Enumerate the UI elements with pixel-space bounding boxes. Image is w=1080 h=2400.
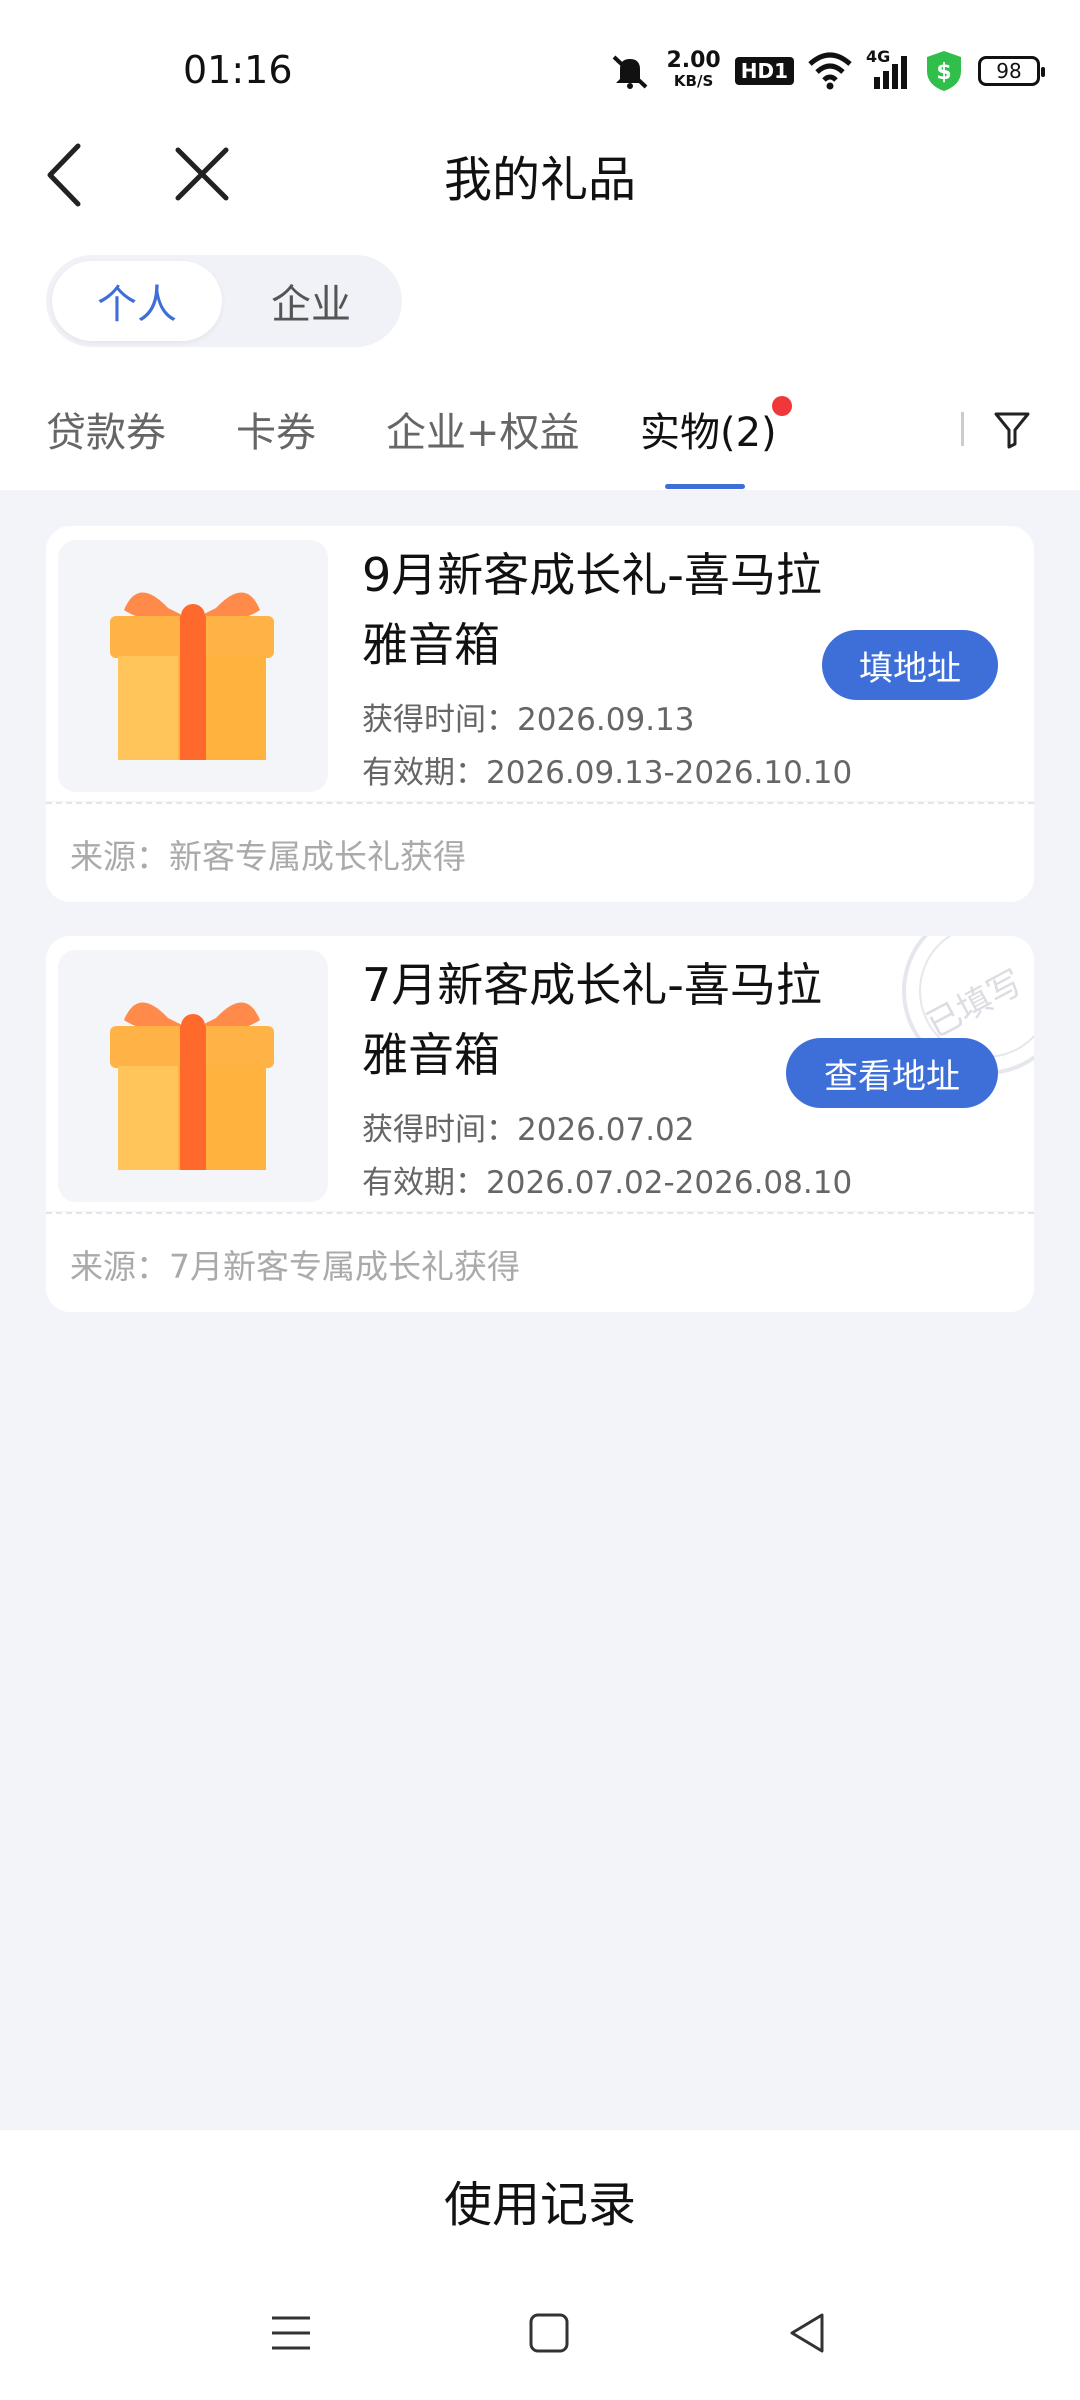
- close-icon[interactable]: [172, 144, 232, 204]
- filter-icon[interactable]: [992, 410, 1032, 450]
- tab-enterprise-benefits[interactable]: 企业+权益: [386, 400, 580, 458]
- tab-divider: [961, 412, 964, 446]
- gift-tabs: 贷款券 卡券 企业+权益 实物(2): [0, 390, 1080, 490]
- tab-physical[interactable]: 实物(2): [640, 400, 777, 458]
- fill-address-button[interactable]: 填地址: [822, 630, 998, 700]
- wifi-icon: [808, 52, 852, 90]
- battery-icon: 98: [978, 56, 1045, 86]
- hd-icon: HD1: [734, 57, 794, 85]
- tab-badge-dot: [772, 396, 792, 416]
- menu-icon[interactable]: [266, 2308, 316, 2358]
- home-icon[interactable]: [524, 2308, 574, 2358]
- gift-obtained-time: 获得时间：2026.09.13: [362, 702, 695, 738]
- gift-validity: 有效期：2026.07.02-2026.08.10: [362, 1165, 853, 1201]
- gift-thumbnail: [58, 950, 328, 1202]
- gift-thumbnail: [58, 540, 328, 792]
- gift-source: 来源：新客专属成长礼获得: [70, 837, 466, 876]
- page-title: 我的礼品: [443, 152, 636, 208]
- tab-active-underline: [665, 484, 745, 489]
- gift-box-icon: [110, 1002, 274, 1170]
- view-address-button[interactable]: 查看地址: [786, 1038, 998, 1108]
- gift-source: 来源：7月新客专属成长礼获得: [70, 1247, 520, 1286]
- svg-text:$: $: [936, 60, 951, 85]
- gift-validity: 有效期：2026.09.13-2026.10.10: [362, 755, 853, 791]
- gift-box-icon: [110, 592, 274, 760]
- mute-icon: [613, 55, 648, 89]
- gift-title: 7月新客成长礼-喜马拉雅音箱: [362, 958, 822, 1082]
- status-icons: 2.00 KB/S HD1 4G $ 98: [608, 46, 1045, 96]
- shield-icon: $: [927, 51, 961, 91]
- net-speed: 2.00 KB/S: [666, 48, 721, 91]
- segment-personal[interactable]: 个人: [52, 261, 222, 341]
- signal-icon: 4G: [866, 47, 910, 91]
- back-nav-icon[interactable]: [782, 2308, 832, 2358]
- status-time: 01:16: [183, 48, 293, 92]
- tab-card-coupon[interactable]: 卡券: [236, 400, 316, 458]
- tab-loan-coupon[interactable]: 贷款券: [46, 400, 166, 458]
- gift-title: 9月新客成长礼-喜马拉雅音箱: [362, 548, 822, 672]
- svg-text:已填写: 已填写: [920, 963, 1029, 1046]
- account-type-segment: 个人 企业: [46, 255, 402, 347]
- usage-history-button[interactable]: 使用记录: [0, 2165, 1080, 2235]
- segment-enterprise[interactable]: 企业: [226, 261, 396, 341]
- gift-obtained-time: 获得时间：2026.07.02: [362, 1112, 695, 1148]
- back-arrow-icon[interactable]: [40, 140, 90, 210]
